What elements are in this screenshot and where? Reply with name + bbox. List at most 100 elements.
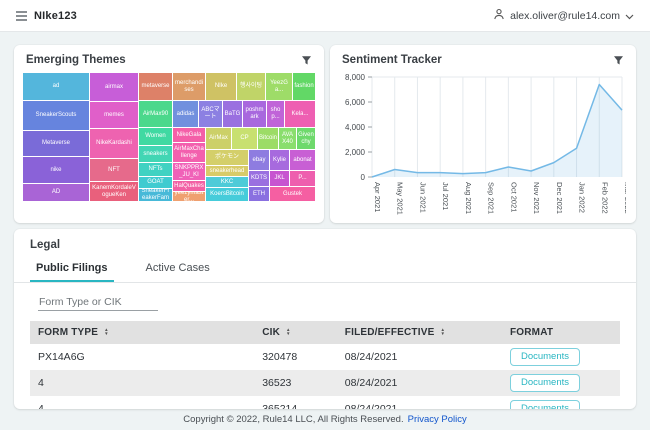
- treemap-cell[interactable]: abonat: [290, 150, 315, 170]
- treemap-cell[interactable]: sneakerhead: [206, 166, 248, 176]
- treemap-cell[interactable]: KDTS: [249, 171, 269, 186]
- svg-text:May 2021: May 2021: [396, 182, 405, 215]
- treemap-cell[interactable]: ポケモン: [206, 150, 248, 165]
- treemap-cell[interactable]: poshmark: [243, 101, 266, 127]
- treemap-cell[interactable]: airmax: [90, 73, 138, 101]
- chevron-down-icon: [625, 7, 634, 25]
- treemap-cell[interactable]: AVAX40: [279, 128, 296, 149]
- svg-text:4,000: 4,000: [345, 123, 366, 132]
- form-type-cell: 4: [30, 396, 254, 409]
- cik-cell: 365214: [254, 396, 337, 409]
- hamburger-menu-icon[interactable]: [16, 11, 27, 21]
- treemap-cell[interactable]: fashion: [293, 73, 315, 100]
- treemap-cell[interactable]: sneakers: [139, 146, 172, 162]
- treemap-cell[interactable]: Kylie: [270, 150, 289, 170]
- treemap-cell[interactable]: NFTs: [139, 163, 172, 176]
- treemap-cell[interactable]: SNKPPRX_JU_KI: [173, 163, 205, 180]
- documents-button[interactable]: Documents: [510, 374, 580, 392]
- treemap-cell[interactable]: ABCマート: [199, 101, 222, 127]
- svg-text:Mar 2022: Mar 2022: [623, 182, 626, 214]
- sort-icon[interactable]: ▲▼: [104, 328, 109, 336]
- legal-title: Legal: [14, 229, 636, 258]
- copyright-text: Copyright © 2022, Rule14 LLC, All Rights…: [183, 414, 403, 425]
- documents-button[interactable]: Documents: [510, 348, 580, 366]
- treemap-cell[interactable]: CP: [232, 128, 257, 149]
- treemap-cell[interactable]: GOAT: [139, 177, 172, 188]
- treemap-cell[interactable]: KoersBitcoin: [206, 188, 248, 201]
- treemap-cell[interactable]: YeezGa...: [266, 73, 292, 100]
- format-cell: Documents: [502, 370, 620, 396]
- treemap-cell[interactable]: ETH: [249, 187, 269, 201]
- tab-active-cases[interactable]: Active Cases: [140, 258, 216, 282]
- table-row: 43652308/24/2021Documents: [30, 370, 620, 396]
- treemap-cell[interactable]: Kela...: [285, 101, 315, 127]
- treemap-cell[interactable]: NFT: [90, 159, 138, 181]
- treemap-cell[interactable]: Metaverse: [23, 131, 89, 156]
- treemap-cell[interactable]: AD: [23, 184, 89, 201]
- column-header[interactable]: FORM TYPE▲▼: [30, 321, 254, 344]
- treemap-cell[interactable]: merchandises: [173, 73, 205, 100]
- column-header: FORMAT: [502, 321, 620, 344]
- treemap-cell[interactable]: SneakerFreakerFam: [139, 189, 172, 201]
- format-cell: Documents: [502, 344, 620, 370]
- svg-text:Apr 2021: Apr 2021: [373, 182, 382, 212]
- treemap-cell[interactable]: BaTG: [223, 101, 242, 127]
- treemap-cell[interactable]: memes: [90, 102, 138, 128]
- tab-public-filings[interactable]: Public Filings: [30, 258, 114, 282]
- treemap-cell[interactable]: Givenchy: [297, 128, 315, 149]
- treemap-cell[interactable]: Gustek: [270, 187, 315, 201]
- treemap-cell[interactable]: metaverse: [139, 73, 172, 100]
- svg-text:6,000: 6,000: [345, 98, 366, 107]
- form-type-cell: PX14A6G: [30, 344, 254, 370]
- legal-panel: Legal Public Filings Active Cases FORM TY…: [14, 229, 636, 409]
- treemap-cell[interactable]: Women: [139, 128, 172, 145]
- form-type-cell: 4: [30, 370, 254, 396]
- treemap-cell[interactable]: KanemKordaleVogueKen: [90, 182, 138, 201]
- treemap-cell[interactable]: ebay: [249, 150, 269, 170]
- form-type-cik-input[interactable]: [38, 294, 158, 311]
- column-header[interactable]: CIK▲▼: [254, 321, 337, 344]
- treemap-cell[interactable]: shop...: [267, 101, 284, 127]
- user-email: alex.oliver@rule14.com: [510, 10, 620, 22]
- treemap-cell[interactable]: KKC: [206, 177, 248, 187]
- user-menu[interactable]: alex.oliver@rule14.com: [493, 7, 634, 25]
- sort-icon[interactable]: ▲▼: [286, 328, 291, 336]
- documents-button[interactable]: Documents: [510, 400, 580, 409]
- treemap-cell[interactable]: ad: [23, 73, 89, 100]
- treemap-cell[interactable]: P...: [290, 171, 315, 186]
- emerging-themes-title: Emerging Themes: [26, 54, 126, 66]
- sentiment-tracker-title: Sentiment Tracker: [342, 54, 442, 66]
- treemap-cell[interactable]: HalQuakes: [173, 181, 205, 191]
- treemap-cell[interactable]: AirMax90: [139, 101, 172, 127]
- treemap-cell[interactable]: NikeGala: [173, 128, 205, 142]
- svg-text:Sep 2021: Sep 2021: [487, 182, 496, 214]
- table-row: 436521408/24/2021Documents: [30, 396, 620, 409]
- privacy-policy-link[interactable]: Privacy Policy: [408, 414, 467, 425]
- treemap-cell[interactable]: JKL: [270, 171, 289, 186]
- svg-text:Dec 2021: Dec 2021: [555, 182, 564, 214]
- column-header[interactable]: FILED/EFFECTIVE▲▼: [337, 321, 502, 344]
- format-cell: Documents: [502, 396, 620, 409]
- treemap-cell[interactable]: 행사이팅: [237, 73, 265, 100]
- svg-text:0: 0: [361, 173, 366, 182]
- filter-icon[interactable]: [613, 55, 624, 66]
- brand-title: NIke123: [34, 10, 77, 22]
- user-icon: [493, 7, 505, 25]
- filed-cell: 08/24/2021: [337, 370, 502, 396]
- treemap-cell[interactable]: yeezymaster...: [173, 192, 205, 201]
- treemap-cell[interactable]: Bitcoin: [258, 128, 278, 149]
- filings-table-header-row: FORM TYPE▲▼CIK▲▼FILED/EFFECTIVE▲▼FORMAT: [30, 321, 620, 344]
- treemap-cell[interactable]: adidas: [173, 101, 198, 127]
- treemap-cell[interactable]: nike: [23, 157, 89, 183]
- treemap-cell[interactable]: AirMaxChallenge: [173, 143, 205, 162]
- treemap: adSneakerScoutsMetaversenikeAD airmaxmeme…: [23, 73, 315, 201]
- treemap-cell[interactable]: NIke: [206, 73, 236, 100]
- main-content: Emerging Themes adSneakerScoutsMetaverse…: [0, 32, 650, 409]
- svg-text:Feb 2022: Feb 2022: [600, 182, 609, 214]
- treemap-cell[interactable]: AirMax: [206, 128, 231, 149]
- cik-cell: 320478: [254, 344, 337, 370]
- treemap-cell[interactable]: NikeKardashi: [90, 129, 138, 158]
- sort-icon[interactable]: ▲▼: [440, 328, 445, 336]
- treemap-cell[interactable]: SneakerScouts: [23, 101, 89, 130]
- filter-icon[interactable]: [301, 55, 312, 66]
